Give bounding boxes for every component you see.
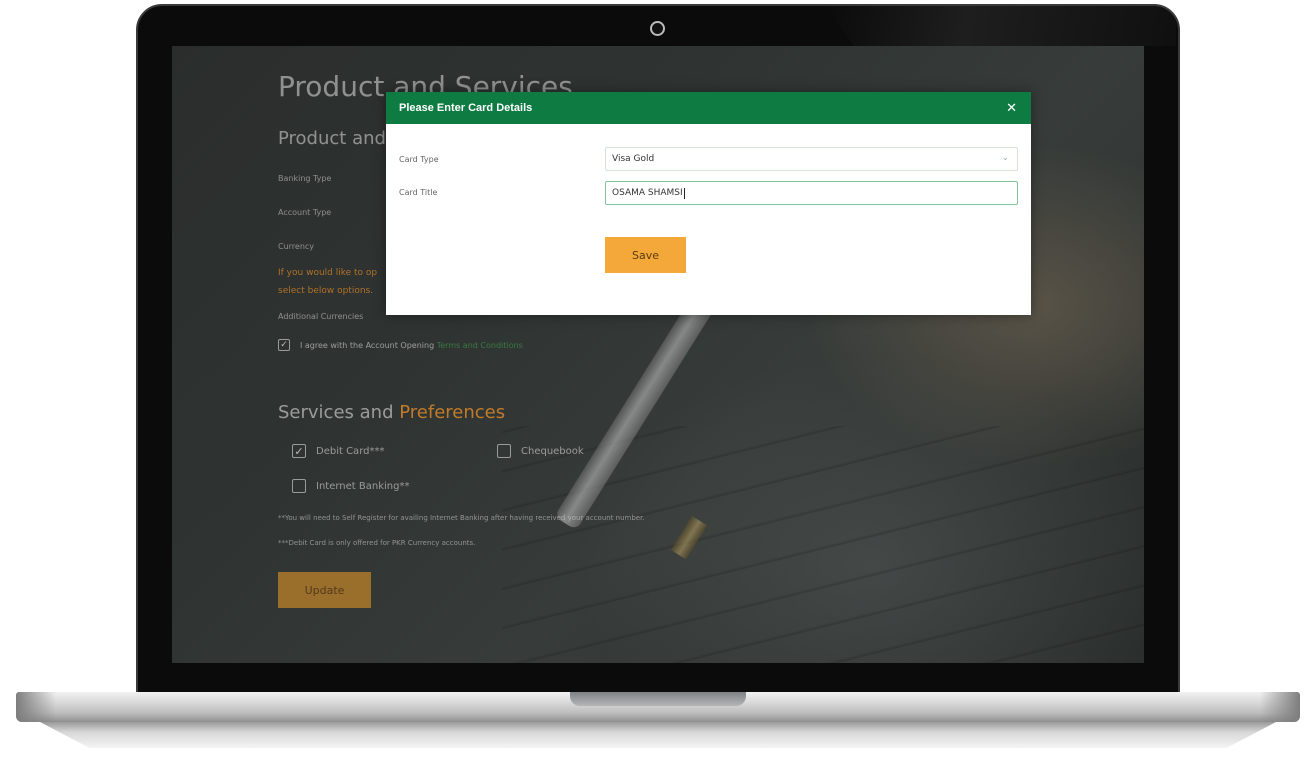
debit-card-checkbox[interactable]: ✓ xyxy=(292,444,306,458)
laptop-base-left-shade xyxy=(16,692,56,722)
card-title-input[interactable]: OSAMA SHAMSI xyxy=(605,181,1018,205)
card-type-value: Visa Gold xyxy=(612,154,655,164)
chequebook-checkbox[interactable] xyxy=(497,444,511,458)
chequebook-option[interactable]: Chequebook xyxy=(497,444,584,458)
chequebook-label: Chequebook xyxy=(521,445,584,457)
save-button[interactable]: Save xyxy=(605,237,686,273)
debit-card-option[interactable]: ✓ Debit Card*** xyxy=(292,444,384,458)
internet-banking-option[interactable]: Internet Banking** xyxy=(292,479,409,493)
modal-title: Please Enter Card Details xyxy=(399,102,533,114)
chevron-down-icon: ⌄ xyxy=(1001,153,1009,163)
card-type-label: Card Type xyxy=(399,155,439,164)
card-type-select[interactable]: Visa Gold ⌄ xyxy=(605,147,1018,171)
lid-glare xyxy=(826,6,1176,46)
account-type-label: Account Type xyxy=(278,208,332,217)
update-button[interactable]: Update xyxy=(278,572,371,608)
modal-header: Please Enter Card Details ✕ xyxy=(386,92,1031,124)
card-title-label: Card Title xyxy=(399,188,438,197)
card-details-modal: Please Enter Card Details ✕ Card Type Vi… xyxy=(386,92,1031,315)
additional-currencies-label: Additional Currencies xyxy=(278,312,364,321)
internet-banking-label: Internet Banking** xyxy=(316,480,410,492)
terms-link[interactable]: Terms and Conditions xyxy=(437,341,523,350)
section-title: Product and xyxy=(278,128,386,149)
laptop-base-bottom xyxy=(40,722,1276,748)
laptop-mockup: Product and Services Product and Banking… xyxy=(0,0,1310,771)
debit-card-footnote: ***Debit Card is only offered for PKR Cu… xyxy=(278,539,476,547)
laptop-notch xyxy=(570,692,746,706)
camera-icon xyxy=(650,21,665,36)
terms-agree-row[interactable]: ✓ I agree with the Account Opening Terms… xyxy=(278,339,523,351)
laptop-base-right-shade xyxy=(1260,692,1300,722)
terms-checkbox[interactable]: ✓ xyxy=(278,339,290,351)
currency-note-line1: If you would like to op xyxy=(278,268,378,278)
internet-banking-footnote: **You will need to Self Register for ava… xyxy=(278,514,645,522)
laptop-screen: Product and Services Product and Banking… xyxy=(172,46,1144,663)
currency-note-line2: select below options. xyxy=(278,286,374,296)
close-icon[interactable]: ✕ xyxy=(1006,101,1017,116)
internet-banking-checkbox[interactable] xyxy=(292,479,306,493)
banking-type-label: Banking Type xyxy=(278,174,332,183)
services-title: Services and Preferences xyxy=(278,402,506,423)
terms-agree-text: I agree with the Account Opening Terms a… xyxy=(300,340,523,350)
currency-label: Currency xyxy=(278,242,315,251)
card-title-value: OSAMA SHAMSI xyxy=(612,188,683,198)
text-caret xyxy=(683,187,685,199)
debit-card-label: Debit Card*** xyxy=(316,445,385,457)
